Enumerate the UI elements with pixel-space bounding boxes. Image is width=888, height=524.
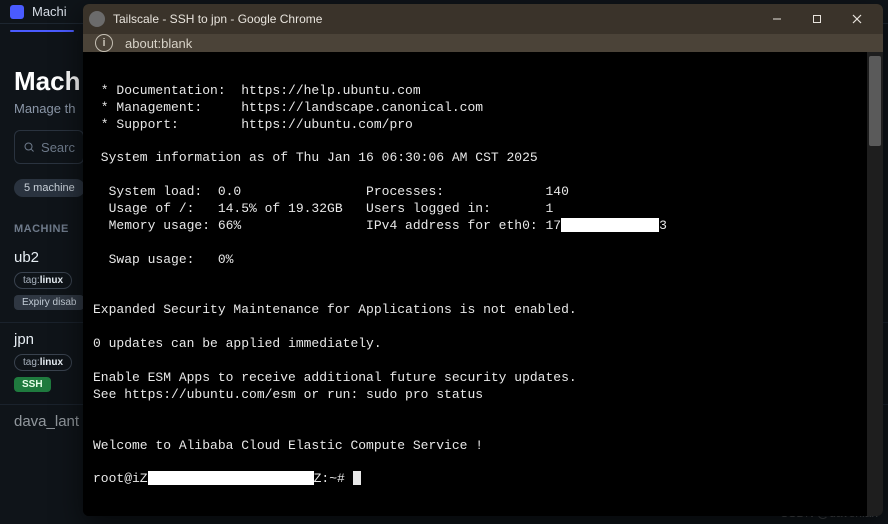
tag-chip: tag:linux	[14, 354, 72, 371]
search-placeholder: Searc	[41, 140, 75, 155]
cursor-icon	[353, 471, 361, 485]
bg-active-tab-underline	[10, 30, 74, 32]
term-line	[93, 404, 101, 419]
scroll-thumb[interactable]	[869, 56, 881, 146]
tag-chip: tag:linux	[14, 272, 72, 289]
chrome-window: Tailscale - SSH to jpn - Google Chrome i…	[83, 4, 883, 516]
term-line	[93, 269, 101, 284]
term-line: Memory usage: 66% IPv4 address for eth0:…	[93, 218, 851, 235]
address-bar[interactable]: i about:blank	[83, 34, 883, 52]
term-line: Enable ESM Apps to receive additional fu…	[93, 370, 577, 385]
term-line	[93, 167, 101, 182]
term-line	[93, 353, 101, 368]
term-line	[93, 286, 101, 301]
term-line: * Support: https://ubuntu.com/pro	[93, 117, 413, 132]
site-info-icon[interactable]: i	[95, 34, 113, 52]
term-line: 0 updates can be applied immediately.	[93, 336, 382, 351]
chrome-titlebar[interactable]: Tailscale - SSH to jpn - Google Chrome	[83, 4, 883, 34]
term-line: Swap usage: 0%	[93, 252, 233, 267]
scrollbar[interactable]: ▾	[867, 52, 883, 516]
term-line	[93, 134, 101, 149]
app-logo-icon	[10, 5, 24, 19]
term-line: Welcome to Alibaba Cloud Elastic Compute…	[93, 438, 483, 453]
minimize-button[interactable]	[757, 4, 797, 34]
term-line	[93, 454, 101, 469]
expiry-chip: Expiry disab	[14, 295, 84, 310]
redacted-ip	[561, 218, 659, 232]
term-line: System information as of Thu Jan 16 06:3…	[93, 150, 538, 165]
maximize-button[interactable]	[797, 4, 837, 34]
term-line: Usage of /: 14.5% of 19.32GB Users logge…	[93, 201, 553, 216]
redacted-hostname	[148, 471, 314, 485]
favicon-icon	[89, 11, 105, 27]
address-text: about:blank	[125, 36, 192, 51]
term-line: System load: 0.0 Processes: 140	[93, 184, 569, 199]
terminal-output[interactable]: * Documentation: https://help.ubuntu.com…	[83, 52, 867, 516]
machine-count-chip[interactable]: 5 machine	[14, 179, 85, 197]
term-line: See https://ubuntu.com/esm or run: sudo …	[93, 387, 483, 402]
close-button[interactable]	[837, 4, 877, 34]
term-line: * Management: https://landscape.canonica…	[93, 100, 483, 115]
ssh-chip: SSH	[14, 377, 51, 392]
window-title: Tailscale - SSH to jpn - Google Chrome	[113, 12, 322, 26]
term-line	[93, 421, 101, 436]
search-input[interactable]: Searc	[14, 130, 84, 164]
term-line: * Documentation: https://help.ubuntu.com	[93, 83, 421, 98]
bg-top-title: Machi	[32, 4, 67, 19]
term-line: Expanded Security Maintenance for Applic…	[93, 302, 577, 317]
search-icon	[23, 140, 35, 154]
term-line	[93, 319, 101, 334]
prompt-line: root@iZZ:~#	[93, 471, 851, 488]
